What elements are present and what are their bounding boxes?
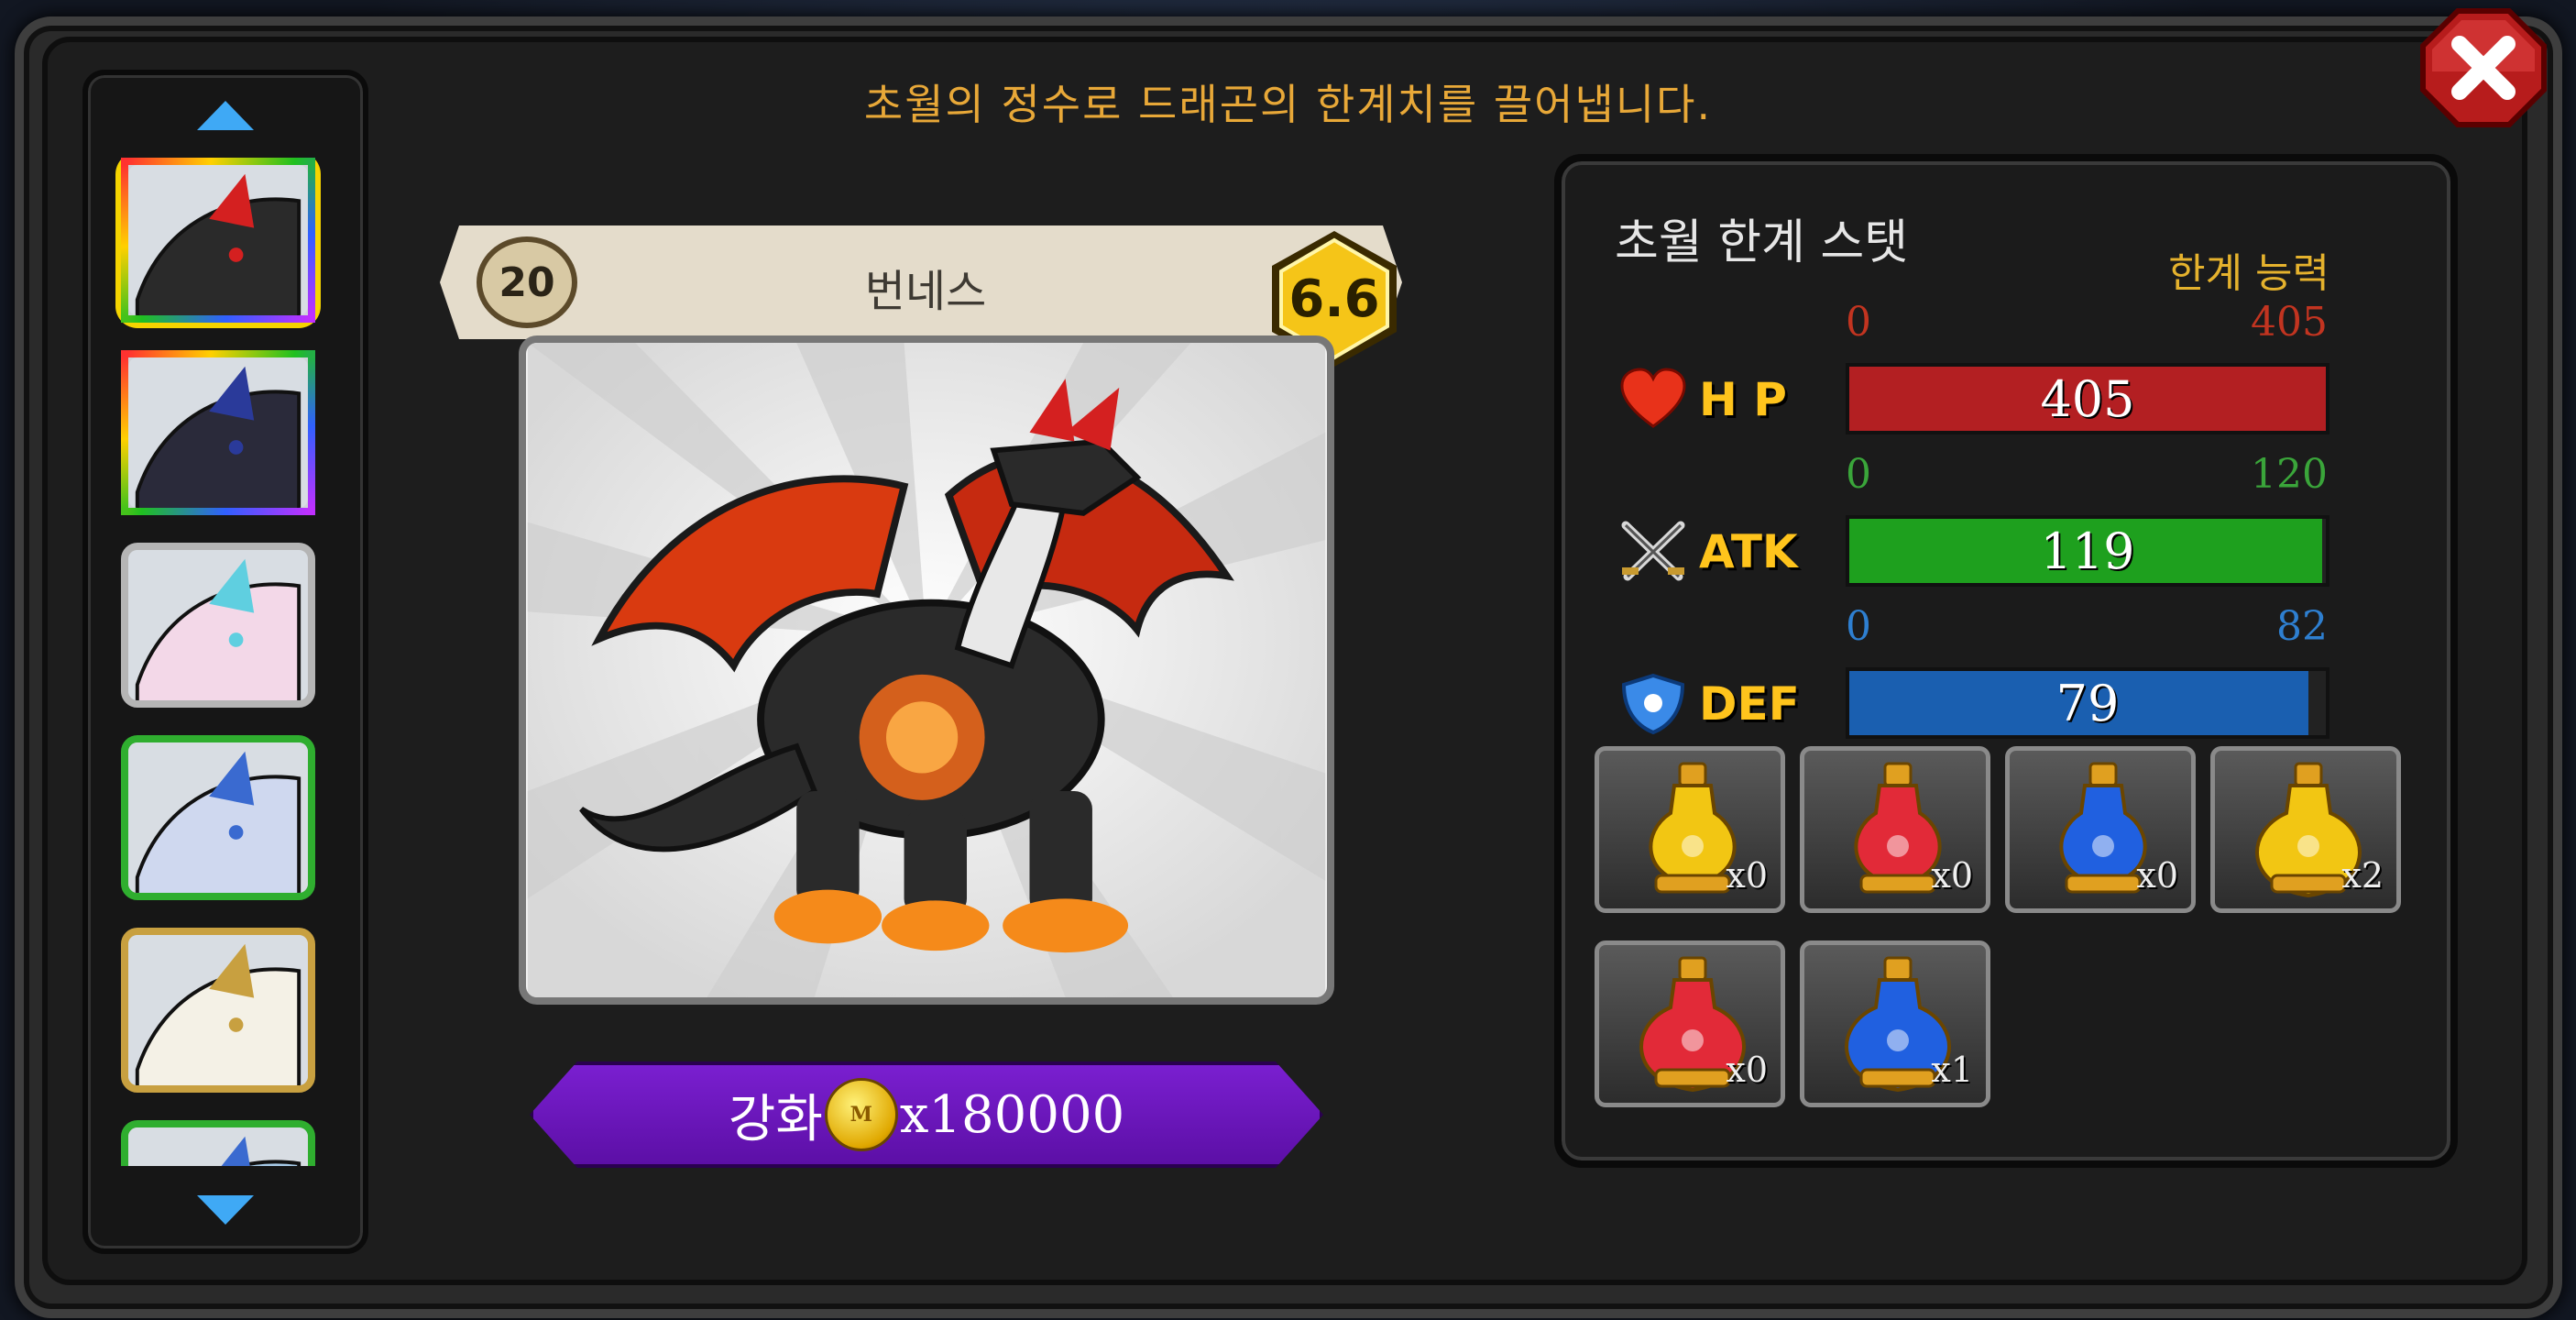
stat-bar: 79: [1846, 667, 2329, 739]
stat-min: 0: [1846, 451, 1871, 498]
upgrade-button[interactable]: 강화 M x180000: [530, 1062, 1323, 1168]
potion-count: x2: [2341, 855, 2384, 896]
stat-label: H P: [1699, 373, 1787, 426]
dragon-portrait: [519, 336, 1334, 1005]
stat-max: 120: [2251, 451, 2328, 498]
stat-label-wrap: H P: [1618, 363, 1811, 436]
dragon-level-badge: 20: [477, 236, 577, 328]
dragon-thumb-list: [114, 158, 334, 1166]
stat-label-wrap: ATK: [1618, 515, 1811, 588]
stat-label-wrap: DEF: [1618, 667, 1811, 741]
arrow-down-icon: [197, 1195, 254, 1225]
dragon-list-panel[interactable]: [82, 70, 368, 1254]
dragon-thumb-5[interactable]: [121, 928, 315, 1093]
stat-label: DEF: [1699, 677, 1800, 731]
dragon-thumb-1[interactable]: [121, 158, 315, 323]
stats-subtitle: 한계 능력: [2168, 250, 2329, 297]
potion-count: x0: [1726, 1050, 1768, 1090]
potion-item-red-potion-large[interactable]: x0: [1595, 940, 1785, 1107]
stat-bar: 405: [1846, 363, 2329, 434]
close-button[interactable]: [2419, 7, 2548, 128]
potion-item-yellow-potion-small[interactable]: x0: [1595, 746, 1785, 913]
potion-item-yellow-potion-large[interactable]: x2: [2210, 746, 2401, 913]
stat-value: 119: [2040, 522, 2135, 580]
dragon-thumb-2[interactable]: [121, 350, 315, 515]
heart-icon: [1620, 368, 1686, 428]
crossed-swords-icon: [1621, 521, 1685, 581]
stats-title: 초월 한계 스탯: [1615, 215, 1909, 270]
dragon-thumb-3[interactable]: [121, 543, 315, 708]
stat-value: 79: [2055, 674, 2120, 732]
stat-bar: 119: [1846, 515, 2329, 587]
dragon-thumb-art: [128, 358, 308, 508]
potion-count: x0: [1726, 855, 1768, 896]
upgrade-cost: x180000: [899, 1084, 1125, 1145]
potion-count: x1: [1931, 1050, 1973, 1090]
dragon-thumb-6[interactable]: [121, 1120, 315, 1166]
potion-count: x0: [1931, 855, 1973, 896]
potion-item-blue-potion-small[interactable]: x0: [2005, 746, 2196, 913]
dragon-thumb-art: [128, 1128, 308, 1166]
stat-value: 405: [2040, 369, 2135, 428]
dragon-thumb-art: [128, 935, 308, 1085]
potion-item-blue-potion-large[interactable]: x1: [1800, 940, 1990, 1107]
potion-count: x0: [2136, 855, 2178, 896]
scroll-up-button[interactable]: [193, 97, 258, 134]
dragon-thumb-art: [128, 165, 308, 315]
dragon-artwork: [527, 343, 1326, 997]
stat-max: 82: [2276, 603, 2328, 650]
close-icon: [2420, 8, 2547, 127]
description-banner: 초월의 정수로 드래곤의 한계치를 끌어냅니다.: [863, 80, 1713, 129]
shield-icon: [1621, 673, 1685, 735]
stat-label: ATK: [1699, 525, 1798, 578]
arrow-up-icon: [197, 101, 254, 130]
dragon-thumb-art: [128, 742, 308, 893]
potion-item-red-potion-small[interactable]: x0: [1800, 746, 1990, 913]
dragon-name: 번네스: [864, 266, 987, 317]
dragon-thumb-art: [128, 550, 308, 700]
scroll-down-button[interactable]: [193, 1192, 258, 1228]
stat-min: 0: [1846, 299, 1871, 346]
stat-min: 0: [1846, 603, 1871, 650]
coin-icon: M: [824, 1078, 898, 1151]
stat-max: 405: [2251, 299, 2328, 346]
dragon-thumb-4[interactable]: [121, 735, 315, 900]
upgrade-label: 강화: [728, 1089, 823, 1150]
